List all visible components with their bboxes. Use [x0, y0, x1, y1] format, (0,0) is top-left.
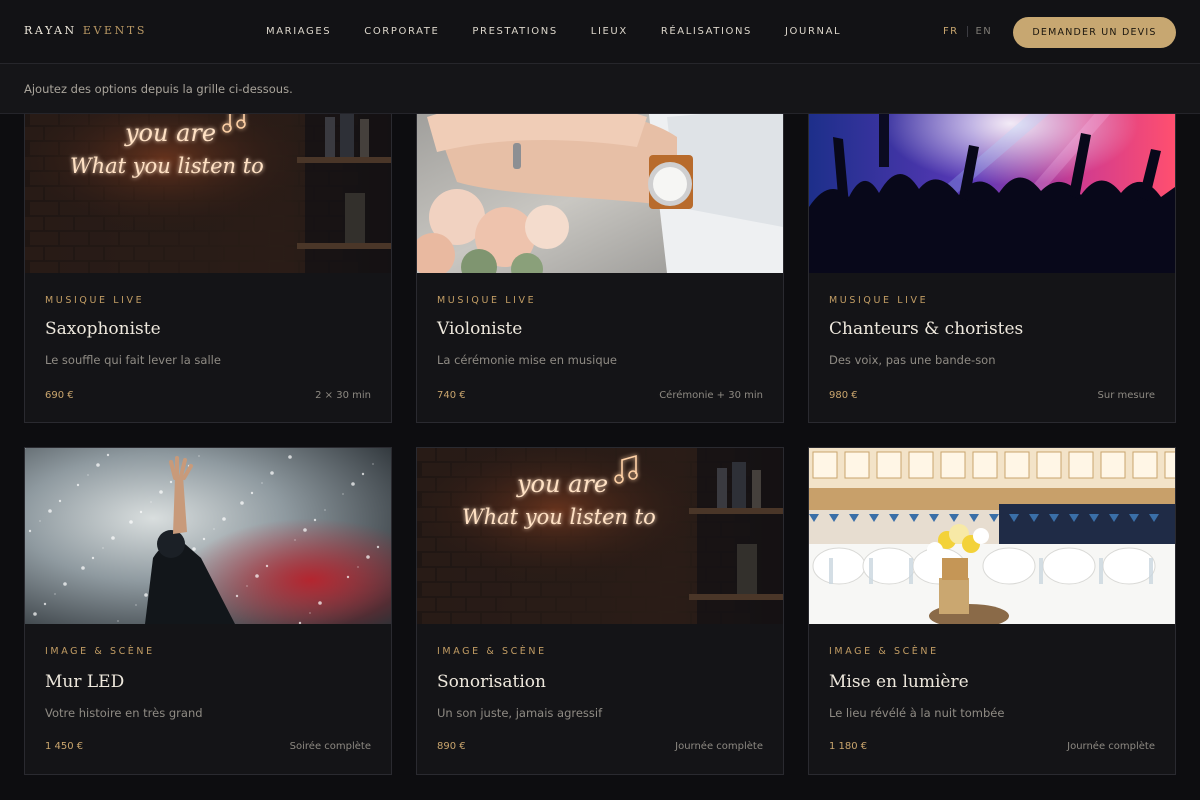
- card-price: 890 €: [437, 741, 466, 752]
- neon-sign-image: you are What you listen to: [417, 448, 783, 624]
- neon-text-line1: you are: [516, 470, 608, 498]
- service-card[interactable]: you are What you listen to MUSIQUE LIVE …: [24, 96, 392, 423]
- lang-fr-link[interactable]: FR: [943, 26, 959, 37]
- card-price: 740 €: [437, 390, 466, 401]
- card-price: 690 €: [45, 390, 74, 401]
- service-card[interactable]: MUSIQUE LIVE Chanteurs & choristes Des v…: [808, 96, 1176, 423]
- info-bar: Ajoutez des options depuis la grille ci-…: [0, 64, 1200, 114]
- card-category: MUSIQUE LIVE: [45, 295, 145, 306]
- lang-en-link[interactable]: EN: [976, 26, 993, 37]
- card-image[interactable]: you are What you listen to: [417, 448, 783, 624]
- card-category: IMAGE & SCÈNE: [437, 646, 547, 657]
- request-quote-button[interactable]: DEMANDER UN DEVIS: [1013, 17, 1176, 48]
- language-switcher: FR EN: [943, 26, 992, 37]
- card-description: Des voix, pas une bande-son: [829, 353, 996, 367]
- card-price: 1 450 €: [45, 741, 84, 752]
- card-description: La cérémonie mise en musique: [437, 353, 617, 367]
- card-image[interactable]: [25, 448, 391, 624]
- card-image[interactable]: [417, 97, 783, 273]
- card-title: Mur LED: [45, 672, 125, 692]
- service-card[interactable]: you are What you listen to IMAGE & SCÈNE…: [416, 447, 784, 775]
- card-price: 1 180 €: [829, 741, 868, 752]
- concert-crowd-image: [809, 97, 1175, 273]
- nav-item-journal[interactable]: JOURNAL: [785, 26, 841, 37]
- neon-text-line1: you are: [124, 119, 216, 147]
- card-duration: Journée complète: [1067, 741, 1155, 752]
- service-card[interactable]: IMAGE & SCÈNE Mise en lumière Le lieu ré…: [808, 447, 1176, 775]
- card-duration: Journée complète: [675, 741, 763, 752]
- nav-item-realisations[interactable]: RÉALISATIONS: [661, 26, 752, 37]
- info-bar-text: Ajoutez des options depuis la grille ci-…: [24, 81, 293, 96]
- nav-item-mariages[interactable]: MARIAGES: [266, 26, 331, 37]
- card-category: IMAGE & SCÈNE: [45, 646, 155, 657]
- brand-name-secondary: EVENTS: [82, 24, 147, 37]
- neon-text-line2: What you listen to: [462, 505, 656, 529]
- card-price: 980 €: [829, 390, 858, 401]
- brand-name-primary: RAYAN: [24, 24, 77, 37]
- card-title: Saxophoniste: [45, 319, 161, 339]
- card-title: Chanteurs & choristes: [829, 319, 1024, 339]
- card-category: MUSIQUE LIVE: [437, 295, 537, 306]
- card-duration: Sur mesure: [1097, 390, 1155, 401]
- top-header: RAYAN EVENTS MARIAGES CORPORATE PRESTATI…: [0, 0, 1200, 64]
- card-title: Sonorisation: [437, 672, 546, 692]
- brand-logo[interactable]: RAYAN EVENTS: [24, 24, 147, 37]
- service-card[interactable]: MUSIQUE LIVE Violoniste La cérémonie mis…: [416, 96, 784, 423]
- card-image[interactable]: [809, 448, 1175, 624]
- lang-divider: [966, 26, 968, 37]
- nav-item-prestations[interactable]: PRESTATIONS: [472, 26, 557, 37]
- card-title: Mise en lumière: [829, 672, 969, 692]
- neon-text-line2: What you listen to: [70, 154, 264, 178]
- card-category: IMAGE & SCÈNE: [829, 646, 939, 657]
- card-title: Violoniste: [437, 319, 523, 339]
- main-nav: MARIAGES CORPORATE PRESTATIONS LIEUX RÉA…: [266, 26, 874, 37]
- banquet-hall-image: [809, 448, 1175, 624]
- card-duration: 2 × 30 min: [315, 390, 371, 401]
- card-category: MUSIQUE LIVE: [829, 295, 929, 306]
- card-description: Votre histoire en très grand: [45, 706, 203, 720]
- card-description: Le souffle qui fait lever la salle: [45, 353, 221, 367]
- card-image[interactable]: you are What you listen to: [25, 97, 391, 273]
- card-image[interactable]: [809, 97, 1175, 273]
- card-duration: Soirée complète: [289, 741, 371, 752]
- card-description: Le lieu révélé à la nuit tombée: [829, 706, 1005, 720]
- neon-sign-image: you are What you listen to: [25, 97, 391, 273]
- nav-item-lieux[interactable]: LIEUX: [591, 26, 628, 37]
- card-description: Un son juste, jamais agressif: [437, 706, 603, 720]
- nav-item-corporate[interactable]: CORPORATE: [364, 26, 439, 37]
- card-duration: Cérémonie + 30 min: [659, 390, 763, 401]
- singer-smoke-image: [25, 448, 391, 624]
- wedding-hands-image: [417, 97, 783, 273]
- service-card[interactable]: IMAGE & SCÈNE Mur LED Votre histoire en …: [24, 447, 392, 775]
